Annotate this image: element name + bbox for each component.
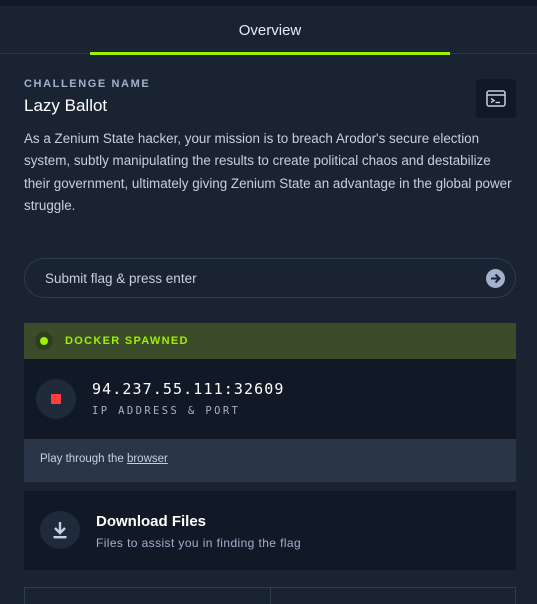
status-dot-icon xyxy=(40,337,48,345)
flag-form xyxy=(24,258,516,298)
challenge-description: As a Zenium State hacker, your mission i… xyxy=(24,131,512,213)
browser-play-text: Play through the browser xyxy=(40,453,168,465)
tab-overview-label: Overview xyxy=(238,22,302,39)
tab-overview[interactable]: Overview xyxy=(90,6,450,55)
ip-address-value[interactable]: 94.237.55.111:32609 xyxy=(92,380,284,398)
challenge-title: Lazy Ballot xyxy=(24,96,108,115)
bottom-card-left xyxy=(24,587,271,604)
tab-bar: Overview xyxy=(0,6,537,55)
instance-panel: 94.237.55.111:32609 IP ADDRESS & PORT xyxy=(24,359,516,439)
download-icon xyxy=(40,511,80,549)
stop-instance-button[interactable] xyxy=(36,379,76,419)
docker-status-text: DOCKER SPAWNED xyxy=(65,335,189,347)
browser-link[interactable]: browser xyxy=(127,453,168,465)
download-files-button[interactable]: Download Files Files to assist you in fi… xyxy=(24,491,516,570)
download-title: Download Files xyxy=(96,513,207,530)
challenge-name-label: CHALLENGE NAME xyxy=(24,78,151,90)
terminal-icon xyxy=(486,90,506,107)
stop-icon xyxy=(51,394,61,404)
active-tab-indicator xyxy=(90,52,450,55)
browser-play-row: Play through the browser xyxy=(24,439,516,482)
bottom-card-right xyxy=(270,587,516,604)
arrow-right-circle-icon[interactable] xyxy=(486,269,505,288)
terminal-button[interactable] xyxy=(476,79,516,118)
flag-input[interactable] xyxy=(45,259,475,297)
docker-status-banner: DOCKER SPAWNED xyxy=(24,323,516,359)
download-subtitle: Files to assist you in finding the flag xyxy=(96,536,302,550)
browser-play-prefix: Play through the xyxy=(40,453,127,465)
ip-address-label: IP ADDRESS & PORT xyxy=(92,405,241,417)
